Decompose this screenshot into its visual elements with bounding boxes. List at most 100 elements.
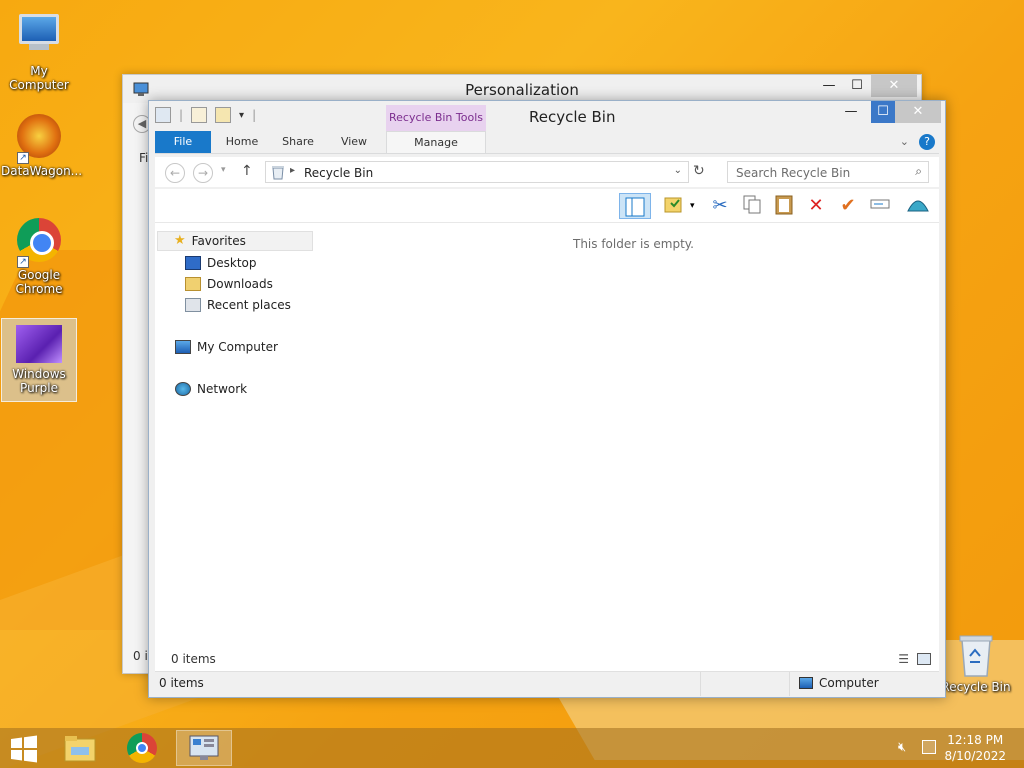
desktop-icon-datawagon[interactable]: ↗ DataWagon...: [1, 112, 83, 178]
recycle-bin-window[interactable]: | ▾ | Recycle Bin Tools Recycle Bin — ☐ …: [148, 100, 946, 698]
recycle-bin-small-icon: [155, 107, 171, 123]
status-location: Computer: [819, 676, 879, 690]
desktop-icon-label: Windows Purple: [12, 367, 66, 395]
search-placeholder: Search Recycle Bin: [736, 166, 851, 180]
minimize-button[interactable]: —: [837, 101, 865, 123]
star-icon: ★: [174, 233, 186, 248]
large-icons-view-icon[interactable]: [917, 653, 931, 665]
datawagon-sun-icon: ↗: [15, 114, 63, 164]
nav-my-computer[interactable]: My Computer: [175, 337, 278, 357]
nav-label: Network: [197, 382, 248, 396]
tab-share[interactable]: Share: [275, 131, 321, 153]
rename-icon[interactable]: [867, 193, 893, 219]
content-area: ★ Favorites Desktop Downloads Recent pla…: [155, 223, 939, 649]
recent-places-icon: [185, 298, 201, 312]
nav-label: Desktop: [207, 256, 257, 270]
recycle-bin-small-icon: [272, 166, 284, 180]
address-row: ← → ▾ ↑ ▸ Recycle Bin ⌄ ↻ Search Recycle…: [155, 157, 939, 187]
paste-icon[interactable]: [771, 193, 797, 219]
shell-icon[interactable]: [905, 193, 931, 219]
quick-access-toolbar: | ▾ |: [155, 107, 256, 123]
window-title: Personalization: [465, 81, 579, 99]
nav-favorites[interactable]: ★ Favorites: [157, 231, 313, 251]
tab-manage[interactable]: Manage: [386, 131, 486, 153]
item-count: 0 items: [171, 652, 216, 666]
close-button[interactable]: ✕: [871, 75, 917, 97]
maximize-button[interactable]: ☐: [843, 75, 871, 97]
close-button[interactable]: ✕: [895, 101, 941, 123]
nav-desktop[interactable]: Desktop: [185, 253, 257, 273]
taskbar: 🔇︎ 12:18 PM 8/10/2022: [0, 728, 1024, 768]
properties-icon[interactable]: [191, 107, 208, 123]
network-icon: [175, 382, 191, 396]
folder-options-icon[interactable]: [660, 193, 686, 219]
taskbar-chrome[interactable]: [114, 730, 170, 766]
address-dropdown-icon[interactable]: ⌄: [674, 165, 682, 176]
shortcut-arrow-icon: ↗: [17, 152, 29, 164]
expand-ribbon-icon[interactable]: ⌄: [900, 135, 909, 148]
title-bar[interactable]: Personalization — ☐ ✕: [123, 75, 921, 103]
start-button[interactable]: [0, 730, 50, 766]
desktop-icon-my-computer[interactable]: My Computer: [1, 8, 77, 92]
desktop-icon-label: Recycle Bin: [941, 680, 1011, 694]
volume-muted-icon[interactable]: 🔇︎: [898, 740, 906, 755]
minimize-button[interactable]: —: [815, 75, 843, 97]
clock-date: 8/10/2022: [944, 749, 1006, 763]
windows-logo-icon: [11, 735, 37, 763]
shortcut-arrow-icon: ↗: [17, 256, 29, 268]
clock-time: 12:18 PM: [947, 733, 1004, 747]
contextual-tab-label: Recycle Bin Tools: [388, 111, 483, 124]
navigation-pane: ★ Favorites Desktop Downloads Recent pla…: [155, 223, 315, 649]
delete-icon[interactable]: ✕: [803, 193, 829, 219]
cut-icon[interactable]: ✂: [707, 193, 733, 219]
taskbar-control-panel[interactable]: [176, 730, 232, 766]
empty-folder-message: This folder is empty.: [573, 237, 694, 251]
nav-network[interactable]: Network: [175, 379, 247, 399]
up-arrow-icon[interactable]: ↑: [241, 163, 253, 179]
recent-locations-icon[interactable]: ▾: [221, 165, 226, 175]
forward-button[interactable]: →: [193, 163, 213, 183]
taskbar-file-explorer[interactable]: [52, 730, 108, 766]
preview-pane-icon[interactable]: [619, 193, 651, 219]
truncated-text: Fi: [139, 151, 149, 165]
file-explorer-icon: [64, 736, 96, 762]
desktop-icon-windows-purple[interactable]: Windows Purple: [1, 318, 77, 402]
maximize-button[interactable]: ☐: [871, 101, 895, 123]
nav-recent-places[interactable]: Recent places: [185, 295, 291, 315]
details-view-icon[interactable]: ☰: [898, 652, 909, 666]
control-panel-icon: [189, 735, 219, 760]
new-folder-icon[interactable]: [215, 107, 232, 123]
nav-label: Favorites: [191, 234, 246, 248]
help-icon[interactable]: ?: [919, 134, 935, 150]
back-button[interactable]: ←: [165, 163, 185, 183]
checkmark-icon[interactable]: ✔: [835, 193, 861, 219]
copy-icon[interactable]: [739, 193, 765, 219]
status-bar: 0 items Computer: [155, 671, 939, 696]
search-input[interactable]: Search Recycle Bin ⌕: [727, 161, 929, 183]
address-bar[interactable]: ▸ Recycle Bin ⌄: [265, 161, 689, 183]
tab-home[interactable]: Home: [219, 131, 265, 153]
search-icon[interactable]: ⌕: [915, 164, 922, 179]
folder-options-dropdown-icon[interactable]: ▾: [690, 201, 695, 211]
refresh-button[interactable]: ↻: [693, 163, 705, 179]
nav-downloads[interactable]: Downloads: [185, 274, 273, 294]
nav-label: My Computer: [197, 340, 278, 354]
customize-chevron-icon[interactable]: ▾: [239, 110, 244, 121]
clock[interactable]: 12:18 PM 8/10/2022: [944, 732, 1006, 764]
computer-icon: [15, 14, 63, 62]
image-file-icon: [16, 325, 62, 363]
breadcrumb-separator-icon[interactable]: ▸: [290, 165, 295, 176]
breadcrumb[interactable]: Recycle Bin: [304, 166, 373, 180]
desktop-icon-recycle-bin[interactable]: Recycle Bin: [938, 630, 1014, 694]
desktop-icon-label: DataWagon...: [1, 164, 83, 178]
tab-file[interactable]: File: [155, 131, 211, 153]
details-status-bar: 0 items ☰: [155, 649, 939, 671]
desktop-icon-google-chrome[interactable]: ↗ Google Chrome: [1, 216, 77, 296]
nav-label: Downloads: [207, 277, 273, 291]
nav-label: Recent places: [207, 298, 291, 312]
network-tray-icon[interactable]: [922, 740, 936, 754]
tab-view[interactable]: View: [331, 131, 377, 153]
computer-icon: [799, 677, 813, 689]
title-bar[interactable]: | ▾ | Recycle Bin Tools Recycle Bin — ☐ …: [149, 101, 945, 153]
downloads-folder-icon: [185, 277, 201, 291]
